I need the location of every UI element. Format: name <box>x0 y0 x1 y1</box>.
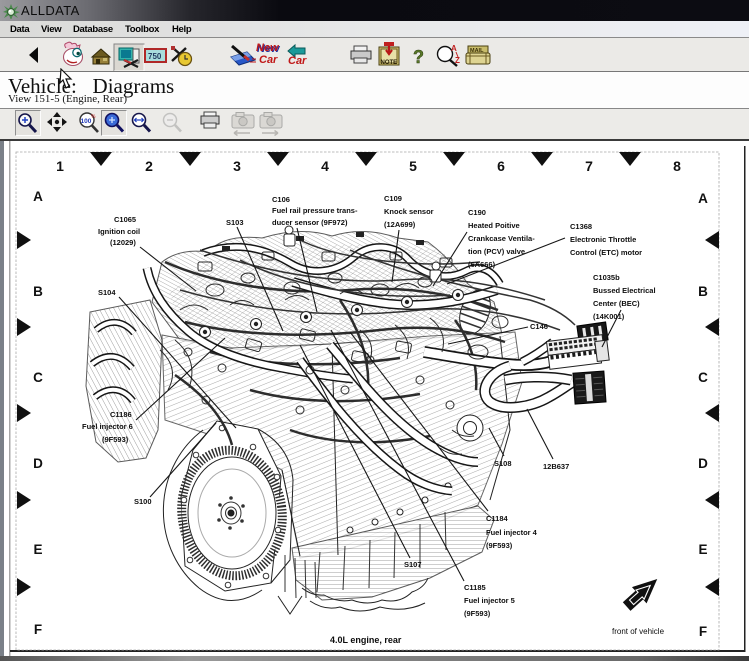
svg-text:Center (BEC): Center (BEC) <box>593 299 640 308</box>
svg-text:Fuel injector 5: Fuel injector 5 <box>464 596 515 605</box>
svg-text:A: A <box>451 44 457 53</box>
svg-text:C1368: C1368 <box>570 222 592 231</box>
svg-text:Electronic Throttle: Electronic Throttle <box>570 235 636 244</box>
svg-text:(9F593): (9F593) <box>102 435 129 444</box>
svg-text:Car: Car <box>259 54 278 66</box>
svg-text:front of vehicle: front of vehicle <box>612 627 665 636</box>
svg-text:Fuel injector 6: Fuel injector 6 <box>82 422 133 431</box>
svg-text:C106: C106 <box>272 195 290 204</box>
svg-text:1: 1 <box>56 158 64 174</box>
svg-text:S100: S100 <box>134 497 152 506</box>
svg-text:D: D <box>698 456 708 471</box>
svg-text:tion (PCV) valve: tion (PCV) valve <box>468 247 525 256</box>
svg-text:Crankcase Ventila-: Crankcase Ventila- <box>468 234 535 243</box>
svg-text:3: 3 <box>233 158 241 174</box>
svg-text:C: C <box>698 370 708 385</box>
svg-text:ducer sensor (9F972): ducer sensor (9F972) <box>272 218 348 227</box>
svg-text:Bussed Electrical: Bussed Electrical <box>593 286 656 295</box>
svg-text:E: E <box>698 542 707 557</box>
svg-text:A: A <box>33 189 43 204</box>
svg-text:8: 8 <box>673 158 681 174</box>
svg-text:E: E <box>33 542 42 557</box>
svg-text:(12029): (12029) <box>110 238 136 247</box>
svg-text:750: 750 <box>148 52 162 61</box>
svg-text:(14K001): (14K001) <box>593 312 625 321</box>
svg-text:C: C <box>33 370 43 385</box>
svg-text:%: % <box>91 114 96 120</box>
svg-text:C1186: C1186 <box>110 410 132 419</box>
svg-text:A: A <box>698 191 708 206</box>
svg-text:Z: Z <box>455 56 460 65</box>
svg-text:D: D <box>33 456 43 471</box>
svg-text:4: 4 <box>321 158 329 174</box>
svg-text:(9F593): (9F593) <box>486 541 513 550</box>
svg-text:C109: C109 <box>384 194 402 203</box>
svg-text:C146: C146 <box>530 322 548 331</box>
svg-text:Car: Car <box>288 55 307 67</box>
svg-text:S103: S103 <box>226 218 244 227</box>
svg-text:Control (ETC) motor: Control (ETC) motor <box>570 248 642 257</box>
svg-text:4.0L engine, rear: 4.0L engine, rear <box>330 635 402 645</box>
svg-text:F: F <box>699 624 707 639</box>
svg-text:12B637: 12B637 <box>543 462 569 471</box>
svg-text:Fuel injector 4: Fuel injector 4 <box>486 528 538 537</box>
svg-text:New: New <box>256 42 280 54</box>
svg-text:Ignition coil: Ignition coil <box>98 227 140 236</box>
svg-text:C1065: C1065 <box>114 215 136 224</box>
svg-text:Knock sensor: Knock sensor <box>384 207 434 216</box>
svg-text:6: 6 <box>497 158 505 174</box>
svg-text:C1035b: C1035b <box>593 273 620 282</box>
svg-text:5: 5 <box>409 158 417 174</box>
svg-text:B: B <box>698 284 708 299</box>
svg-text:(6A666): (6A666) <box>468 260 496 269</box>
svg-text:C1185: C1185 <box>464 583 486 592</box>
svg-text:(12A699): (12A699) <box>384 220 416 229</box>
svg-text:B: B <box>33 284 43 299</box>
svg-text:?: ? <box>413 47 424 67</box>
svg-text:2: 2 <box>145 158 153 174</box>
svg-text:F: F <box>34 622 42 637</box>
svg-text:S108: S108 <box>494 459 512 468</box>
svg-text:(9F593): (9F593) <box>464 609 491 618</box>
svg-text:S104: S104 <box>98 288 116 297</box>
svg-text:NOTE: NOTE <box>381 60 398 66</box>
svg-text:S107: S107 <box>404 560 422 569</box>
svg-text:Fuel rail pressure trans-: Fuel rail pressure trans- <box>272 206 358 215</box>
svg-text:Heated Poitive: Heated Poitive <box>468 221 520 230</box>
svg-text:7: 7 <box>585 158 593 174</box>
svg-text:C190: C190 <box>468 208 486 217</box>
svg-text:C1184: C1184 <box>486 514 509 523</box>
